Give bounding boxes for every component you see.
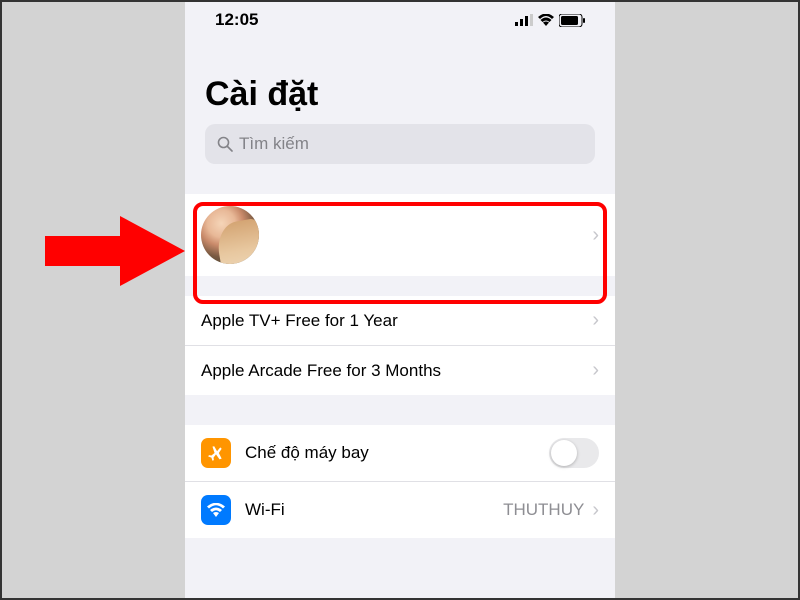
annotation-arrow [45, 216, 185, 286]
page-header: Cài đặt Tìm kiếm [185, 40, 615, 174]
wifi-value: THUTHUY [503, 500, 584, 520]
chevron-right-icon: › [592, 359, 599, 382]
list-item-label: Apple TV+ Free for 1 Year [201, 311, 592, 331]
phone-screen: 12:05 Cài đặt Tìm kiếm › Apple TV+ Free … [185, 0, 615, 600]
list-item[interactable]: Apple Arcade Free for 3 Months › [185, 346, 615, 395]
list-item-label: Chế độ máy bay [245, 443, 549, 463]
chevron-right-icon: › [592, 309, 599, 332]
search-placeholder: Tìm kiếm [239, 134, 309, 154]
profile-row[interactable]: › [185, 194, 615, 276]
signal-icon [515, 14, 533, 26]
avatar [201, 206, 259, 264]
search-input[interactable]: Tìm kiếm [205, 124, 595, 164]
airplane-icon [201, 438, 231, 468]
toggle-knob [551, 440, 577, 466]
page-title: Cài đặt [205, 75, 595, 114]
status-indicators [515, 14, 585, 27]
battery-icon [559, 14, 585, 27]
search-icon [217, 136, 233, 152]
chevron-right-icon: › [592, 499, 599, 522]
status-bar: 12:05 [185, 0, 615, 40]
airplane-toggle[interactable] [549, 438, 599, 468]
list-item[interactable]: Apple TV+ Free for 1 Year › [185, 296, 615, 346]
status-time: 12:05 [215, 10, 258, 30]
wifi-settings-icon [201, 495, 231, 525]
chevron-right-icon: › [592, 224, 599, 247]
list-item-label: Wi-Fi [245, 500, 503, 520]
profile-section: › [185, 194, 615, 276]
promo-section: Apple TV+ Free for 1 Year › Apple Arcade… [185, 296, 615, 395]
list-item-label: Apple Arcade Free for 3 Months [201, 361, 592, 381]
general-section: Chế độ máy bay Wi-Fi THUTHUY › [185, 425, 615, 538]
airplane-mode-row[interactable]: Chế độ máy bay [185, 425, 615, 482]
wifi-row[interactable]: Wi-Fi THUTHUY › [185, 482, 615, 538]
wifi-icon [538, 14, 554, 26]
